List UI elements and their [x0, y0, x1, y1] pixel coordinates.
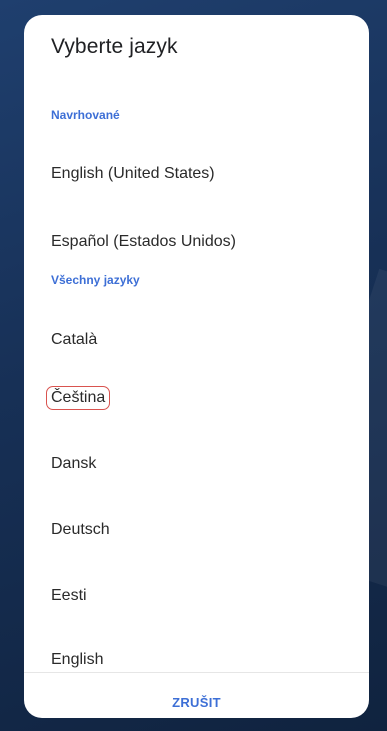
screen: Vyberte jazyk Navrhované English (United…: [0, 0, 387, 731]
dialog-divider: [24, 672, 369, 673]
language-item-deutsch[interactable]: Deutsch: [51, 521, 110, 539]
dialog-title: Vyberte jazyk: [51, 35, 178, 58]
language-item-dansk[interactable]: Dansk: [51, 455, 96, 473]
cancel-button[interactable]: ZRUŠIT: [24, 695, 369, 710]
language-item-english[interactable]: English: [51, 651, 103, 669]
section-label-suggested: Navrhované: [51, 108, 120, 122]
language-item-cestina[interactable]: Čeština: [46, 386, 111, 410]
language-dialog: Vyberte jazyk Navrhované English (United…: [24, 15, 369, 718]
language-item-catala[interactable]: Català: [51, 331, 97, 349]
language-item-eesti[interactable]: Eesti: [51, 587, 87, 605]
language-item-english-us[interactable]: English (United States): [51, 165, 215, 183]
language-item-espanol-us[interactable]: Español (Estados Unidos): [51, 233, 236, 251]
section-label-all: Všechny jazyky: [51, 273, 140, 287]
